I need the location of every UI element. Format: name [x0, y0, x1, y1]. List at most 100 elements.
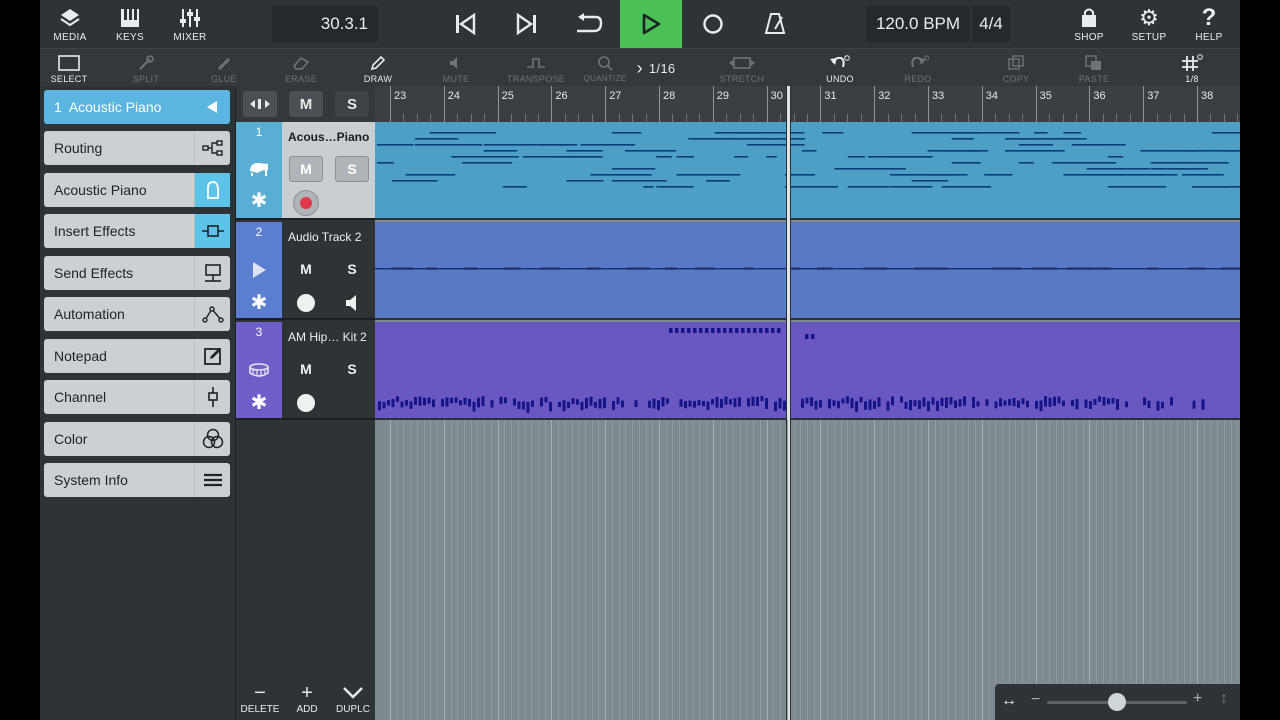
drum-hit[interactable] — [400, 401, 404, 408]
help-button[interactable]: ? HELP — [1187, 0, 1231, 48]
global-mute-button[interactable]: M — [289, 91, 323, 117]
drum-hit[interactable] — [504, 397, 507, 404]
quantize-value-selector[interactable]: › 1/16 — [632, 49, 680, 87]
drum-hit[interactable] — [783, 400, 786, 411]
midi-note[interactable] — [984, 174, 1013, 176]
drum-hit[interactable] — [589, 396, 593, 406]
inspector-automation[interactable]: Automation — [44, 297, 230, 331]
midi-note[interactable] — [643, 186, 654, 188]
midi-note[interactable] — [801, 150, 817, 152]
drum-hit[interactable] — [1089, 401, 1092, 409]
waveform-segment[interactable] — [863, 267, 888, 270]
drum-hit[interactable] — [949, 397, 953, 405]
drum-hit[interactable] — [513, 398, 516, 406]
drum-hit[interactable] — [837, 400, 840, 409]
inspector-routing[interactable]: Routing — [44, 131, 230, 165]
drum-hit[interactable] — [765, 328, 769, 333]
transpose-tool[interactable]: TRANSPOSE — [506, 49, 566, 87]
waveform-segment[interactable] — [991, 267, 1022, 270]
midi-note[interactable] — [414, 138, 459, 140]
drum-hit[interactable] — [612, 400, 615, 410]
drum-hit[interactable] — [423, 397, 426, 406]
midi-note[interactable] — [967, 150, 989, 152]
drum-hit[interactable] — [729, 399, 732, 405]
drum-hit[interactable] — [747, 398, 750, 407]
midi-note[interactable] — [889, 156, 930, 158]
drum-hit[interactable] — [864, 401, 867, 410]
drum-hit[interactable] — [648, 400, 651, 408]
track-mute-button[interactable]: M — [289, 356, 323, 382]
waveform-segment[interactable] — [586, 267, 601, 270]
drum-hit[interactable] — [909, 399, 912, 411]
drum-hit[interactable] — [814, 400, 818, 410]
midi-note[interactable] — [1182, 174, 1224, 176]
tempo-display[interactable]: 120.0 BPM — [866, 6, 970, 42]
drum-hit[interactable] — [1084, 399, 1088, 408]
add-track-button[interactable]: + ADD — [282, 682, 332, 716]
draw-tool[interactable]: DRAW — [358, 49, 398, 87]
track-solo-button[interactable]: S — [335, 156, 369, 182]
drum-hit[interactable] — [1053, 396, 1056, 406]
glue-tool[interactable]: GLUE — [204, 49, 244, 87]
delete-track-button[interactable]: − DELETE — [235, 682, 285, 716]
audio-play-icon[interactable] — [247, 258, 271, 282]
drum-hit[interactable] — [544, 396, 548, 403]
drum-hit[interactable] — [873, 400, 876, 409]
waveform-segment[interactable] — [938, 267, 949, 270]
inspector-track-selector[interactable]: 1 Acoustic Piano — [44, 90, 230, 124]
drum-hit[interactable] — [594, 401, 597, 408]
drum-hit[interactable] — [868, 399, 872, 410]
drum-hit[interactable] — [1039, 400, 1043, 412]
drum-hit[interactable] — [603, 397, 606, 409]
midi-note[interactable] — [1150, 162, 1169, 164]
drum-hit[interactable] — [418, 396, 422, 406]
drum-hit[interactable] — [1125, 401, 1128, 408]
loop-button[interactable] — [558, 0, 620, 48]
inspector-channel[interactable]: Channel — [44, 380, 230, 414]
drum-hit[interactable] — [940, 397, 944, 406]
drum-hit[interactable] — [774, 401, 777, 412]
drum-hit[interactable] — [598, 398, 602, 409]
drum-hit[interactable] — [927, 401, 930, 412]
undo-button[interactable]: UNDO — [820, 49, 860, 87]
midi-note[interactable] — [847, 186, 890, 188]
drum-hit[interactable] — [378, 401, 381, 411]
drum-hit[interactable] — [391, 399, 395, 408]
waveform-segment[interactable] — [425, 267, 437, 270]
waveform-segment[interactable] — [391, 267, 414, 270]
drum-hit[interactable] — [706, 401, 710, 410]
drum-hit[interactable] — [963, 396, 966, 406]
midi-note[interactable] — [822, 132, 844, 134]
midi-note[interactable] — [766, 138, 805, 140]
midi-note[interactable] — [656, 156, 672, 158]
audio-waveform[interactable] — [375, 222, 1240, 320]
global-solo-button[interactable]: S — [335, 91, 369, 117]
midi-note[interactable] — [911, 180, 949, 182]
drum-hit[interactable] — [994, 401, 998, 409]
drum-hit[interactable] — [396, 396, 399, 402]
drum-hit[interactable] — [1111, 397, 1115, 404]
drum-hit[interactable] — [468, 399, 471, 407]
drum-hit[interactable] — [1008, 399, 1011, 406]
drum-hit[interactable] — [747, 328, 751, 333]
drum-hit[interactable] — [999, 398, 1002, 407]
drum-hit[interactable] — [657, 400, 660, 411]
drum-hit[interactable] — [711, 398, 714, 405]
drum-hit[interactable] — [681, 328, 685, 333]
drum-hit[interactable] — [454, 397, 458, 403]
drum-hit[interactable] — [1062, 400, 1065, 407]
drum-hit[interactable] — [459, 400, 462, 406]
midi-note[interactable] — [1004, 150, 1065, 152]
forward-button[interactable] — [496, 0, 558, 48]
midi-note[interactable] — [951, 162, 981, 164]
midi-note[interactable] — [676, 156, 695, 158]
drum-hit[interactable] — [900, 396, 903, 403]
asterisk-icon[interactable]: ✱ — [247, 390, 271, 414]
quantize-tool[interactable]: QUANTIZE — [583, 49, 627, 87]
waveform-segment[interactable] — [626, 267, 650, 270]
waveform-segment[interactable] — [664, 267, 677, 270]
drum-hit[interactable] — [481, 396, 485, 406]
horizontal-zoom-icon[interactable]: ↔ — [1001, 692, 1017, 710]
timeline-ruler[interactable]: 23 24 25 26 27 28 29 30 31 32 33 34 35 36 37 38 — [375, 86, 1240, 122]
drum-hit[interactable] — [720, 398, 723, 408]
